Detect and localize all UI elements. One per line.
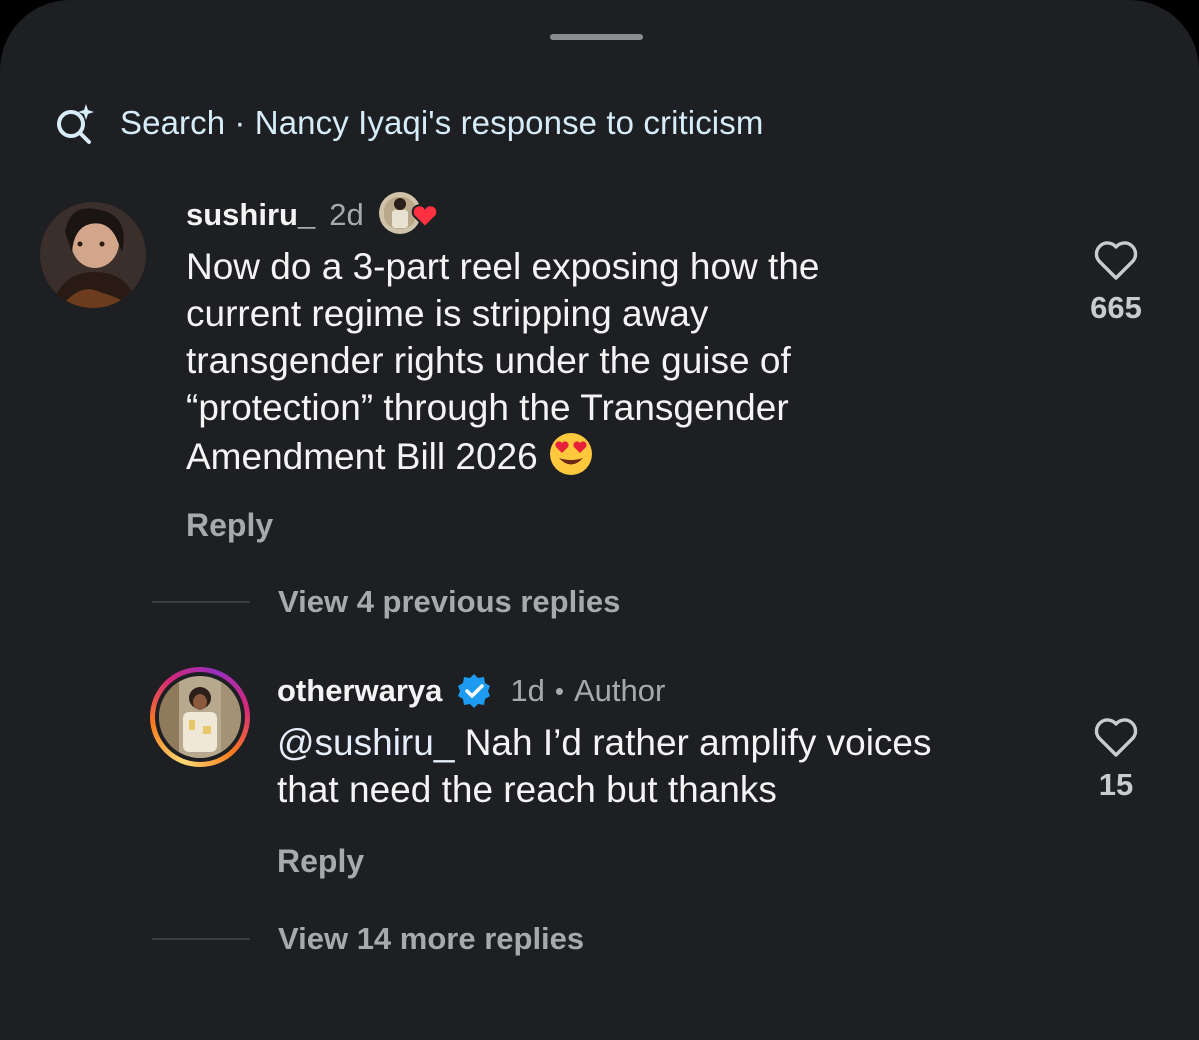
comment-username[interactable]: sushiru_ bbox=[186, 197, 315, 233]
like-count: 15 bbox=[1098, 767, 1134, 802]
comment-line: “protection” through the Transgender bbox=[186, 387, 789, 428]
comment-line: transgender rights under the guise of bbox=[186, 340, 791, 381]
mention-link[interactable]: @sushiru_ bbox=[277, 722, 454, 763]
heart-outline-icon[interactable] bbox=[1093, 240, 1139, 282]
comments-sheet: Search · Nancy Iyaqi's response to criti… bbox=[0, 0, 1199, 1040]
search-suggestion-label: Search · Nancy Iyaqi's response to criti… bbox=[120, 104, 764, 141]
reply-time: 1d bbox=[510, 673, 545, 708]
view-more-replies[interactable]: View 14 more replies bbox=[152, 921, 584, 957]
reply-username[interactable]: otherwarya bbox=[277, 673, 442, 709]
search-suggestion[interactable]: Search · Nancy Iyaqi's response to criti… bbox=[52, 100, 763, 146]
comment: sushiru_ 2d Now do a 3-part reel exposin… bbox=[186, 192, 1046, 480]
reply: otherwarya 1d • Author @sushiru_ Nah I’d… bbox=[277, 669, 1077, 813]
view-more-replies-label: View 14 more replies bbox=[278, 921, 585, 956]
author-label: Author bbox=[574, 673, 666, 708]
reply-line: that need the reach but thanks bbox=[277, 769, 777, 810]
avatar[interactable] bbox=[40, 202, 146, 308]
author-avatar[interactable] bbox=[150, 667, 250, 767]
reply-button[interactable]: Reply bbox=[186, 507, 273, 544]
drag-handle[interactable] bbox=[550, 34, 643, 40]
thread-divider bbox=[152, 601, 250, 603]
comment-line: Amendment Bill 2026 bbox=[186, 431, 1046, 480]
heart-outline-icon[interactable] bbox=[1093, 717, 1139, 759]
verified-badge-icon bbox=[458, 674, 491, 708]
search-sparkle-icon bbox=[57, 104, 94, 144]
liked-by-author-badge bbox=[378, 192, 442, 237]
comment-line: Now do a 3-part reel exposing how the bbox=[186, 246, 820, 287]
reply-line-text: Nah I’d rather amplify voices bbox=[464, 722, 932, 763]
reply-line: @sushiru_ Nah I’d rather amplify voices bbox=[277, 719, 1077, 766]
reply-button[interactable]: Reply bbox=[277, 843, 364, 880]
like-control[interactable]: 665 bbox=[1076, 240, 1156, 326]
like-count: 665 bbox=[1090, 290, 1142, 325]
view-previous-replies[interactable]: View 4 previous replies bbox=[152, 584, 620, 620]
thread-divider bbox=[152, 938, 250, 940]
view-previous-replies-label: View 4 previous replies bbox=[278, 584, 621, 619]
reply-text: @sushiru_ Nah I’d rather amplify voices … bbox=[277, 719, 1077, 813]
like-control[interactable]: 15 bbox=[1076, 717, 1156, 803]
separator: • bbox=[554, 675, 564, 706]
comment-line-text: Amendment Bill 2026 bbox=[186, 436, 538, 477]
comment-time: 2d bbox=[329, 197, 364, 232]
heart-eyes-emoji bbox=[549, 433, 592, 475]
comment-text: Now do a 3-part reel exposing how the cu… bbox=[186, 243, 1046, 480]
comment-line: current regime is stripping away bbox=[186, 293, 709, 334]
